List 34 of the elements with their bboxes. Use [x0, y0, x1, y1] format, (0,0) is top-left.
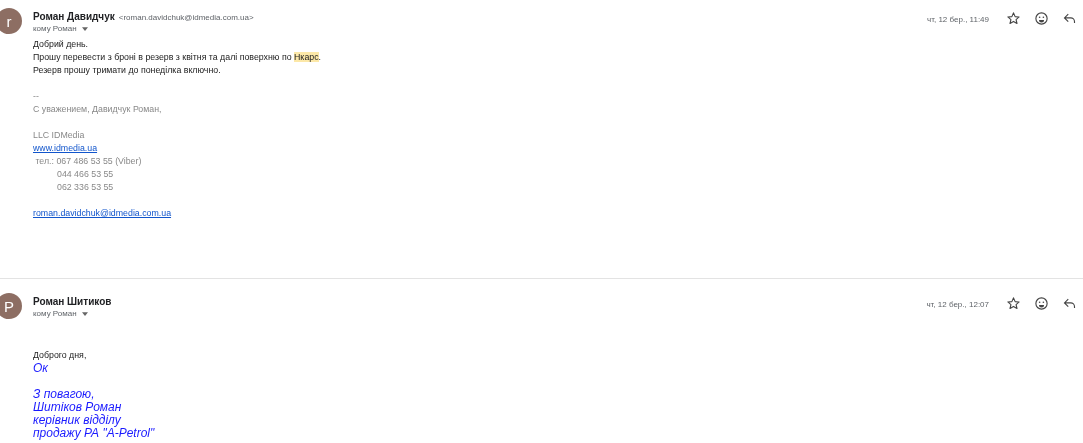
body-text: Шитіков Роман — [33, 401, 122, 414]
body-text: Резерв прошу тримати до понеділка включно. — [33, 64, 221, 77]
signature-text: -- — [33, 90, 39, 103]
body-text: Прошу перевести з броні в резерв з квітня та далі поверхню по Нкарс. — [33, 51, 322, 64]
body-text: продажу РА "A-Petrol" — [33, 427, 155, 440]
body-text: Добрий день. — [33, 38, 89, 51]
message-date: чт, 12 бер., 12:07 — [926, 300, 989, 309]
reply-icon[interactable] — [1062, 296, 1077, 311]
body-text: Доброго дня, — [33, 349, 87, 362]
reply-icon[interactable] — [1062, 11, 1077, 26]
star-icon[interactable] — [1006, 296, 1021, 311]
caret-icon — [81, 311, 88, 316]
signature-text: С уважением, Давидчук Роман, — [33, 103, 162, 116]
body-text: керівник відділу — [33, 414, 121, 427]
signature-text: 062 336 53 55 — [56, 181, 114, 194]
avatar: r — [0, 8, 22, 34]
sender-email: <roman.davidchuk@idmedia.com.ua> — [118, 13, 254, 22]
message-date: чт, 12 бер., 11:49 — [927, 15, 989, 24]
avatar: Р — [0, 293, 22, 319]
emoji-icon[interactable] — [1034, 11, 1049, 26]
sender-name: Роман Шитиков — [33, 296, 112, 307]
signature-text: тел.: 067 486 53 55 (Viber) — [34, 155, 142, 168]
star-icon[interactable] — [1006, 11, 1021, 26]
recipient-dropdown[interactable]: кому Роман — [33, 24, 88, 33]
signature-text: LLC IDMedia — [33, 129, 85, 142]
link[interactable]: www.idmedia.ua — [33, 143, 98, 153]
body-text: З повагою, — [33, 388, 95, 401]
sender-name: Роман Давидчук — [33, 11, 115, 22]
caret-icon — [81, 26, 88, 31]
link[interactable]: roman.davidchuk@idmedia.com.ua — [33, 208, 172, 218]
body-text: Ок — [33, 362, 48, 375]
emoji-icon[interactable] — [1034, 296, 1049, 311]
signature-text: 044 466 53 55 — [56, 168, 114, 181]
recipient-dropdown[interactable]: кому Роман — [33, 309, 88, 318]
